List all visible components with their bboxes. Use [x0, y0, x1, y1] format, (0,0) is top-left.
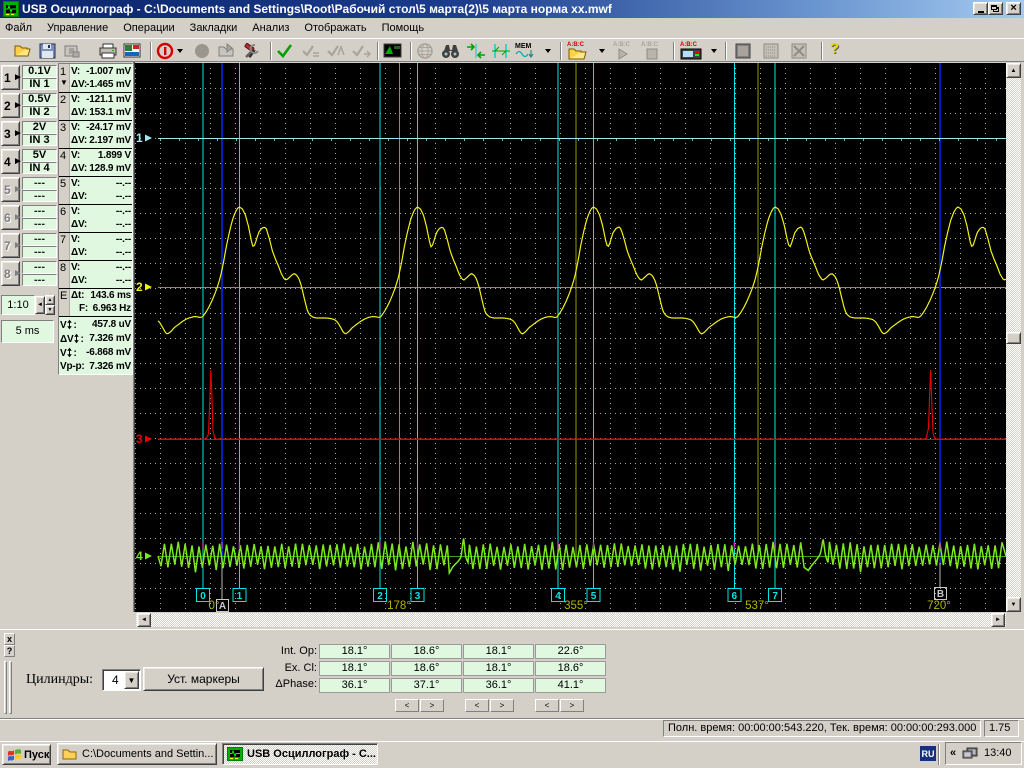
- svg-text:3: 3: [415, 591, 421, 602]
- svg-text:4: 4: [136, 549, 143, 563]
- svg-text:6: 6: [732, 591, 738, 602]
- svg-text:178°: 178°: [387, 600, 411, 612]
- svg-text:355°: 355°: [564, 600, 588, 612]
- svg-text:1: 1: [136, 131, 143, 145]
- svg-text:4: 4: [555, 591, 561, 602]
- svg-text:720°: 720°: [927, 600, 951, 612]
- svg-text:5: 5: [591, 591, 597, 602]
- svg-text:0: 0: [200, 591, 206, 602]
- svg-text:1: 1: [237, 591, 243, 602]
- svg-text:7: 7: [772, 591, 778, 602]
- svg-text:0°: 0°: [209, 600, 220, 612]
- svg-text:2: 2: [136, 280, 143, 294]
- svg-text:2: 2: [377, 591, 383, 602]
- svg-text:A: A: [219, 601, 226, 612]
- svg-text:3: 3: [136, 432, 143, 446]
- svg-text:B: B: [937, 589, 944, 600]
- svg-text:537°: 537°: [745, 600, 769, 612]
